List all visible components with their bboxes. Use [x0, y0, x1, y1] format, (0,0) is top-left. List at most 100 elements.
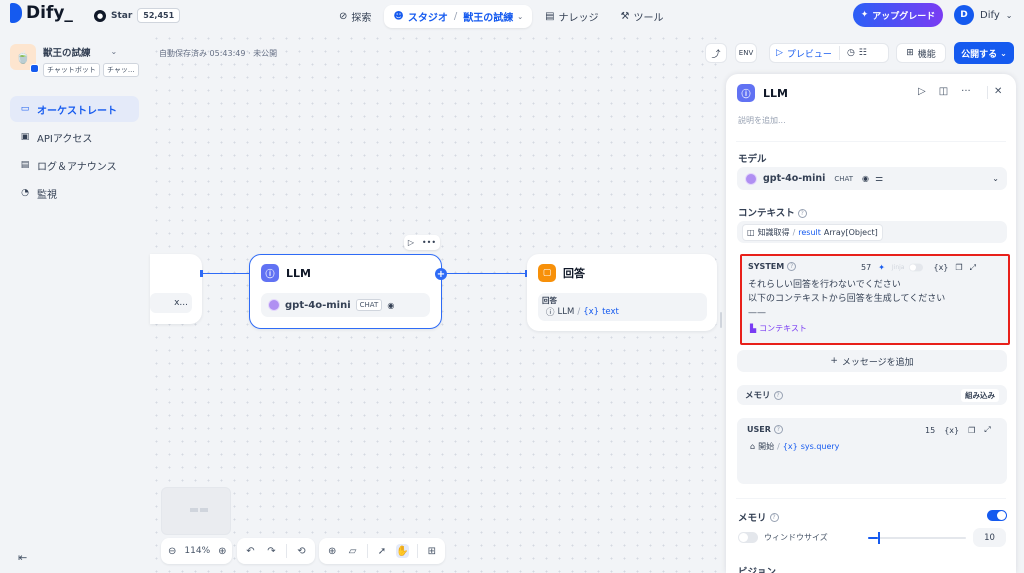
run-node-icon[interactable]: ▷: [408, 238, 414, 247]
publish-label: 公開する: [961, 49, 998, 60]
history-icon[interactable]: ⤴: [705, 43, 727, 63]
nav-app-name[interactable]: 獣王の試練: [463, 9, 513, 24]
nav-knowledge[interactable]: ▤ ナレッジ: [536, 5, 607, 28]
version-history-icon[interactable]: ⟲: [295, 544, 308, 558]
memory-label: メモリ?: [738, 510, 779, 524]
zoom-in-icon[interactable]: ⊕: [218, 544, 226, 558]
add-message-button[interactable]: + メッセージを追加: [737, 350, 1007, 372]
more-icon[interactable]: •••: [422, 238, 436, 247]
plus-icon: +: [830, 356, 838, 366]
system-char-count: 57: [861, 263, 872, 272]
nav-explore[interactable]: ⊘ 探索: [330, 5, 380, 28]
user-name: Dify: [980, 9, 1000, 21]
dify-logo[interactable]: Dify_: [10, 3, 73, 23]
app-icon: 🍵: [10, 44, 39, 73]
upgrade-button[interactable]: ✦ アップグレード: [853, 3, 943, 27]
zoom-level[interactable]: 114%: [184, 546, 210, 556]
hand-icon[interactable]: ✋: [396, 544, 409, 558]
sidebar-item-logs[interactable]: ▤ ログ＆アナウンス: [10, 152, 139, 178]
insert-variable-icon[interactable]: {x}: [933, 263, 948, 272]
llm-node-header: ⓘ LLM: [261, 264, 311, 282]
sliders-icon[interactable]: ⚌: [875, 174, 883, 184]
context-field[interactable]: ◫ 知識取得 / result Array[Object]: [737, 221, 1007, 243]
list-icon[interactable]: ☷: [859, 48, 867, 58]
book-open-icon[interactable]: ◫: [939, 86, 948, 97]
divider: [987, 86, 988, 99]
llm-node-model: gpt-4o-mini CHAT ◉: [261, 293, 430, 317]
play-icon[interactable]: ▷: [776, 48, 783, 58]
user-variable: sys.query: [800, 442, 840, 451]
help-icon[interactable]: ?: [797, 209, 807, 218]
eye-icon: ◉: [387, 300, 395, 310]
memory-toggle[interactable]: [987, 510, 1007, 521]
checklist-icon[interactable]: ◷: [847, 48, 855, 58]
sidebar-item-monitoring[interactable]: ◔ 監視: [10, 180, 139, 206]
user-variable-ref: ⌂ 開始 / {x} sys.query: [750, 441, 839, 452]
llm-small-icon: ⓘ: [546, 308, 555, 318]
window-size-row: ウィンドウサイズ: [738, 532, 828, 543]
jinja-switch[interactable]: [909, 263, 924, 272]
minimap[interactable]: [161, 487, 231, 535]
app-type-badge: [30, 64, 39, 73]
help-icon[interactable]: ?: [787, 262, 797, 271]
zoom-out-icon[interactable]: ⊖: [168, 544, 176, 558]
sidebar-item-api-access[interactable]: ▣ APIアクセス: [10, 124, 139, 150]
add-node-handle[interactable]: +: [435, 268, 447, 280]
publish-button[interactable]: 公開する ⌄: [954, 42, 1014, 64]
window-size-input[interactable]: 10: [973, 528, 1006, 547]
collapse-sidebar-icon[interactable]: ⇤: [18, 551, 27, 564]
start-node[interactable]: [150, 254, 202, 324]
system-prompt-text[interactable]: それらしい回答を行わないでください 以下のコンテキストから回答を生成してください…: [748, 278, 945, 320]
model-name: gpt-4o-mini: [763, 173, 826, 184]
panel-title[interactable]: LLM: [763, 87, 788, 100]
undo-icon[interactable]: ↶: [244, 544, 257, 558]
insert-variable-icon[interactable]: {x}: [944, 426, 959, 435]
jinja-toggle[interactable]: Jinja: [892, 262, 927, 273]
chevron-down-icon[interactable]: ⌄: [111, 47, 118, 56]
window-size-toggle[interactable]: [738, 532, 758, 543]
description-input[interactable]: 説明を追加...: [738, 115, 786, 126]
start-node-variable: x...: [150, 293, 192, 313]
help-icon[interactable]: ?: [769, 512, 779, 522]
model-selector[interactable]: gpt-4o-mini CHAT ◉ ⚌ ⌄: [737, 167, 1007, 190]
dify-logo-mark: [10, 3, 22, 23]
github-star-button[interactable]: ● Star 52,451: [94, 8, 181, 23]
expand-icon[interactable]: ⤢: [984, 425, 990, 435]
window-size-slider[interactable]: [868, 537, 966, 539]
user-char-count: 15: [925, 425, 936, 435]
env-variables-icon[interactable]: ENV: [735, 43, 757, 63]
more-icon[interactable]: ···: [961, 86, 971, 97]
features-button[interactable]: ⊞ 機能: [896, 43, 946, 63]
user-sep: /: [777, 442, 780, 451]
pointer-icon[interactable]: ➚: [376, 544, 388, 558]
app-info[interactable]: 🍵 獣王の試練 ⌄ チャットボット チャッ...: [10, 44, 139, 77]
add-note-icon[interactable]: ▱: [346, 544, 358, 558]
chevron-down-icon: ⌄: [1000, 48, 1007, 58]
copy-icon[interactable]: ❐: [968, 426, 975, 435]
help-icon[interactable]: ?: [773, 425, 783, 434]
slider-thumb[interactable]: [877, 532, 880, 544]
memory-label-text: メモリ: [738, 513, 767, 524]
sidebar-item-label: オーケストレート: [37, 105, 117, 117]
copy-icon[interactable]: ❐: [955, 263, 962, 272]
nav-tools[interactable]: ⚒ ツール: [612, 5, 673, 28]
context-block-chip[interactable]: ▙ コンテキスト: [750, 323, 807, 334]
preview-label[interactable]: プレビュー: [787, 47, 832, 60]
memory-row-label: メモリ?: [745, 389, 783, 401]
run-step-icon[interactable]: ▷: [918, 86, 926, 97]
nav-studio[interactable]: ☻ スタジオ / 獣王の試練 ⌄: [384, 5, 533, 28]
close-icon[interactable]: ✕: [994, 86, 1002, 97]
github-icon: ●: [94, 9, 106, 22]
terminal-icon: ▣: [20, 132, 30, 142]
organize-icon[interactable]: ⊞: [426, 544, 438, 558]
generate-sparkle-icon[interactable]: ✦: [878, 263, 885, 272]
panel-resize-handle[interactable]: [720, 312, 722, 328]
redo-icon[interactable]: ↷: [265, 544, 278, 558]
help-icon[interactable]: ?: [773, 390, 783, 400]
expand-icon[interactable]: ⤢: [970, 263, 976, 273]
user-menu[interactable]: D Dify ⌄: [954, 5, 1012, 25]
sidebar-item-orchestrate[interactable]: ▭ オーケストレート: [10, 96, 139, 122]
output-handle[interactable]: [200, 270, 203, 277]
nav-explore-label: 探索: [351, 13, 372, 24]
add-node-icon[interactable]: ⊕: [326, 544, 338, 558]
